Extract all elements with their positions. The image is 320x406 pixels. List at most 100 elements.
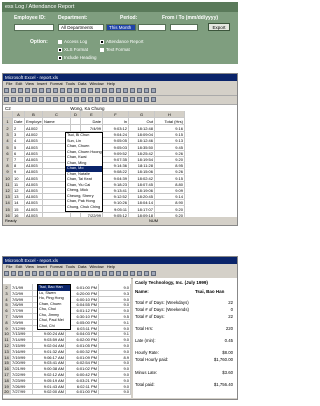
toolbar-icon[interactable] — [4, 271, 9, 276]
toolbar-icon[interactable] — [137, 97, 142, 102]
toolbar-icon[interactable] — [116, 88, 121, 93]
toolbar-icon[interactable] — [74, 271, 79, 276]
toolbar-icon[interactable] — [60, 271, 65, 276]
toolbar-icon[interactable] — [109, 88, 114, 93]
menu-item[interactable]: Insert — [37, 81, 47, 86]
toolbar-icon[interactable] — [151, 88, 156, 93]
toolbar-icon[interactable] — [39, 271, 44, 276]
menu-item[interactable]: Window — [89, 81, 103, 86]
toolbar-icon[interactable] — [144, 97, 149, 102]
table-cell[interactable]: 9:02:00 AM — [33, 388, 66, 396]
toolbar-icon[interactable] — [137, 271, 142, 276]
toolbar-icon[interactable] — [32, 271, 37, 276]
employee-id-input[interactable] — [14, 24, 54, 31]
toolbar-icon[interactable] — [67, 271, 72, 276]
menu-item[interactable]: Tools — [66, 81, 75, 86]
menu-item[interactable]: Help — [107, 264, 115, 269]
table-cell[interactable]: Total (Hrs) — [155, 118, 185, 125]
access-log-option[interactable]: Access Log — [58, 39, 87, 44]
table-cell[interactable]: G — [129, 111, 155, 118]
toolbar-icon[interactable] — [95, 271, 100, 276]
menu-item[interactable]: Format — [50, 264, 63, 269]
menu-item[interactable]: File — [6, 264, 12, 269]
toolbar-icon[interactable] — [130, 271, 135, 276]
toolbar-icon[interactable] — [144, 271, 149, 276]
menu-item[interactable]: Format — [50, 81, 63, 86]
table-cell[interactable]: Out — [129, 118, 155, 125]
toolbar-icon[interactable] — [88, 97, 93, 102]
toolbar-icon[interactable] — [123, 271, 128, 276]
toolbar-icon[interactable] — [116, 97, 121, 102]
toolbar-icon[interactable] — [102, 88, 107, 93]
toolbar-icon[interactable] — [39, 97, 44, 102]
toolbar-icon[interactable] — [109, 271, 114, 276]
from-date-input[interactable] — [138, 24, 166, 31]
toolbar-icon[interactable] — [60, 88, 65, 93]
toolbar-icon[interactable] — [18, 271, 23, 276]
toolbar-icon[interactable] — [32, 97, 37, 102]
toolbar-icon[interactable] — [25, 88, 30, 93]
include-heading-checkbox[interactable]: Include Heading — [58, 55, 97, 60]
menu-item[interactable]: View — [25, 81, 34, 86]
table-cell[interactable]: D — [71, 111, 81, 118]
toolbar-icon[interactable] — [88, 88, 93, 93]
table-cell[interactable]: 1 — [3, 118, 13, 125]
toolbar-icon[interactable] — [46, 88, 51, 93]
spreadsheet-grid[interactable]: A B C D E F G H 1 Date Employe Name Date In Out Total (… — [3, 111, 237, 217]
table-cell[interactable] — [3, 111, 13, 118]
toolbar-icon[interactable] — [32, 88, 37, 93]
toolbar-icon[interactable] — [109, 97, 114, 102]
table-cell[interactable]: H — [155, 111, 185, 118]
toolbar-icon[interactable] — [151, 271, 156, 276]
toolbar-icon[interactable] — [130, 97, 135, 102]
table-cell[interactable]: Name — [43, 118, 71, 125]
toolbar-icon[interactable] — [95, 97, 100, 102]
toolbar-icon[interactable] — [102, 271, 107, 276]
toolbar-icon[interactable] — [88, 271, 93, 276]
toolbar-icon[interactable] — [123, 97, 128, 102]
period-select[interactable]: This Month — [106, 24, 136, 31]
menu-item[interactable]: Edit — [15, 81, 22, 86]
toolbar-icon[interactable] — [130, 88, 135, 93]
menu-item[interactable]: Data — [78, 81, 86, 86]
table-cell[interactable]: Date — [13, 118, 25, 125]
toolbar-icon[interactable] — [39, 88, 44, 93]
toolbar-icon[interactable] — [46, 271, 51, 276]
table-cell[interactable]: C — [43, 111, 71, 118]
toolbar-icon[interactable] — [116, 271, 121, 276]
table-cell[interactable]: 6:01:00 PM — [66, 388, 99, 396]
department-select[interactable]: All Departments — [58, 24, 104, 31]
name-dropdown-list[interactable]: Tsui, Bi Chun Sun, Lin Chan, Chuen Chan, Ch… — [65, 132, 103, 212]
toolbar-icon[interactable] — [74, 97, 79, 102]
toolbar-icon[interactable] — [144, 88, 149, 93]
toolbar-icon[interactable] — [18, 97, 23, 102]
toolbar-icon[interactable] — [67, 97, 72, 102]
toolbar-icon[interactable] — [81, 88, 86, 93]
toolbar-icon[interactable] — [11, 271, 16, 276]
employee-dropdown-list[interactable]: Tsai, Bao Han Lu, Siwen Ho, Ping Hong Chan,… — [37, 284, 71, 330]
table-cell[interactable]: E — [81, 111, 103, 118]
toolbar-icon[interactable] — [46, 97, 51, 102]
toolbar-icon[interactable] — [11, 97, 16, 102]
table-cell[interactable] — [71, 118, 81, 125]
to-date-input[interactable] — [170, 24, 198, 31]
toolbar-icon[interactable] — [151, 97, 156, 102]
table-cell[interactable]: B — [25, 111, 43, 118]
toolbar-icon[interactable] — [60, 97, 65, 102]
dropdown-option[interactable]: Choi, Chi — [38, 324, 70, 330]
table-cell[interactable]: Date — [81, 118, 103, 125]
toolbar-icon[interactable] — [74, 88, 79, 93]
toolbar-icon[interactable] — [123, 88, 128, 93]
dropdown-option[interactable]: Chung, Chuk Ching — [66, 205, 102, 211]
menu-item[interactable]: View — [25, 264, 34, 269]
menu-item[interactable]: Tools — [66, 264, 75, 269]
menu-item[interactable]: Edit — [15, 264, 22, 269]
toolbar-icon[interactable] — [11, 88, 16, 93]
table-cell[interactable]: 20 — [3, 388, 11, 396]
toolbar-icon[interactable] — [53, 88, 58, 93]
menu-item[interactable]: Help — [107, 81, 115, 86]
toolbar-icon[interactable] — [53, 271, 58, 276]
toolbar-icon[interactable] — [25, 271, 30, 276]
export-button[interactable]: Export — [208, 23, 230, 31]
toolbar-icon[interactable] — [137, 88, 142, 93]
